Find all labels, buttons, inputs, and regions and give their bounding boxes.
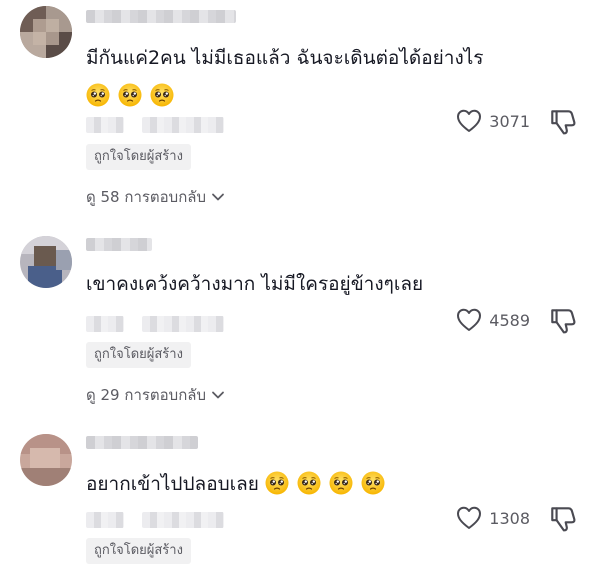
heart-outline-icon [455, 306, 483, 334]
heart-outline-icon [455, 107, 483, 135]
avatar[interactable] [20, 434, 72, 486]
avatar[interactable] [20, 236, 72, 288]
like-count: 1308 [489, 508, 530, 528]
username-blurred[interactable] [86, 436, 198, 449]
thumbs-down-outline-icon[interactable] [548, 305, 578, 335]
comment-item: เขาคงเคว้งคว้างมาก ไม่มีใครอยู่ข้างๆเลย … [0, 232, 600, 412]
pleading-face-emoji [150, 83, 174, 107]
view-replies-button[interactable]: ดู 29 การตอบกลับ [86, 384, 226, 406]
view-replies-button[interactable]: ดู 58 การตอบกลับ [86, 186, 226, 208]
creator-liked-badge: ถูกใจโดยผู้สร้าง [86, 538, 191, 564]
username-blurred[interactable] [86, 10, 236, 23]
username-blurred[interactable] [86, 238, 152, 251]
pleading-face-emoji [118, 83, 142, 107]
pleading-face-emoji [361, 471, 385, 495]
like-button[interactable]: 1308 [455, 503, 530, 533]
pleading-face-emoji [329, 471, 353, 495]
inline-emojis [265, 473, 393, 495]
pleading-face-emoji [297, 471, 321, 495]
thumbs-down-outline-icon[interactable] [548, 503, 578, 533]
creator-liked-badge: ถูกใจโดยผู้สร้าง [86, 144, 191, 170]
avatar[interactable] [20, 6, 72, 58]
comment-text: อยากเข้าไปปลอบเลย [86, 468, 526, 500]
like-button[interactable]: 4589 [455, 305, 530, 335]
like-count: 3071 [489, 111, 530, 131]
heart-outline-icon [455, 504, 483, 532]
chevron-down-icon [210, 387, 226, 403]
thumbs-down-outline-icon[interactable] [548, 106, 578, 136]
pleading-face-emoji [265, 471, 289, 495]
pleading-face-emoji [86, 83, 110, 107]
creator-liked-badge: ถูกใจโดยผู้สร้าง [86, 342, 191, 368]
comment-text: เขาคงเคว้งคว้างมาก ไม่มีใครอยู่ข้างๆเลย [86, 273, 424, 295]
like-button[interactable]: 3071 [455, 106, 530, 136]
comment-text: มีกันแค่2คน ไม่มีเธอแล้ว ฉันจะเดินต่อได้… [86, 42, 526, 112]
view-replies-label: ดู 58 การตอบกลับ [86, 188, 206, 206]
view-replies-label: ดู 29 การตอบกลับ [86, 386, 206, 404]
chevron-down-icon [210, 189, 226, 205]
comment-item: อยากเข้าไปปลอบเลย 1308 ถูกใจโดยผู้สร้าง [0, 428, 600, 570]
like-count: 4589 [489, 310, 530, 330]
comment-item: มีกันแค่2คน ไม่มีเธอแล้ว ฉันจะเดินต่อได้… [0, 0, 600, 215]
